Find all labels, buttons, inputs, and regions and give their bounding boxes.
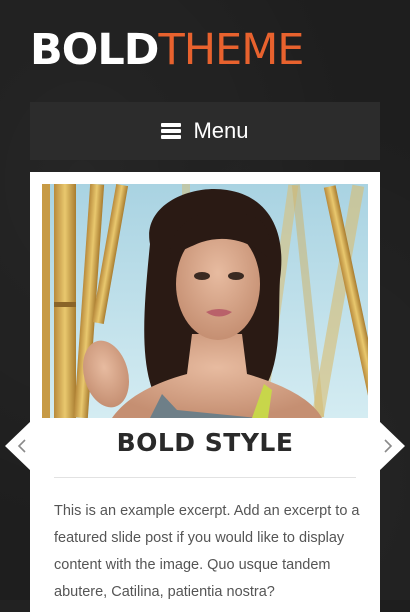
logo-theme-text: THEME: [158, 25, 304, 75]
site-logo[interactable]: BOLDTHEME: [30, 25, 304, 75]
menu-toggle-button[interactable]: Menu: [30, 102, 380, 160]
slide-title[interactable]: BOLD STYLE: [30, 428, 380, 457]
hamburger-icon: [161, 123, 182, 139]
featured-slide: BOLD STYLE This is an example excerpt. A…: [30, 172, 380, 612]
slider-prev-button[interactable]: [5, 421, 31, 471]
featured-image[interactable]: [42, 184, 368, 418]
slider-next-button[interactable]: [379, 421, 405, 471]
chevron-right-icon: [379, 421, 405, 471]
slide-excerpt: This is an example excerpt. Add an excer…: [54, 503, 360, 600]
title-divider: [54, 477, 356, 478]
chevron-left-icon: [5, 421, 31, 471]
logo-bold-text: BOLD: [30, 25, 159, 75]
menu-label: Menu: [193, 118, 249, 143]
